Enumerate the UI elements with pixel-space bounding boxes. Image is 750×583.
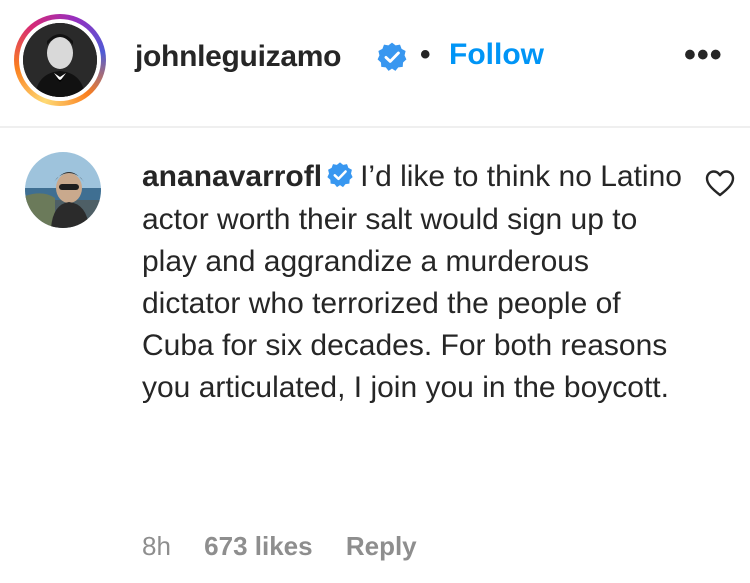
heart-outline-icon[interactable] [705, 169, 735, 202]
separator-dot: • [420, 38, 431, 71]
more-options-icon[interactable]: ••• [684, 38, 723, 72]
commenter-avatar[interactable] [25, 152, 101, 228]
verified-badge-icon [326, 159, 354, 201]
post-header: johnleguizamo • Follow ••• [0, 0, 750, 128]
comment-text: I’d like to think no Latino actor worth … [142, 160, 682, 405]
commenter-username[interactable]: ananavarrofl [142, 160, 322, 193]
comment-timestamp[interactable]: 8h [142, 531, 171, 561]
author-avatar[interactable] [23, 23, 97, 97]
author-avatar-story-ring[interactable] [14, 14, 106, 106]
comment-meta: 8h 673 likes Reply [142, 526, 443, 566]
reply-button[interactable]: Reply [346, 531, 417, 561]
verified-badge-icon [376, 41, 408, 78]
comment-body: ananavarrofl I’d like to think no Latino… [142, 156, 682, 409]
follow-button[interactable]: Follow [449, 38, 544, 72]
comment-likes-count[interactable]: 673 likes [204, 531, 312, 561]
post-author-username[interactable]: johnleguizamo [135, 40, 341, 74]
